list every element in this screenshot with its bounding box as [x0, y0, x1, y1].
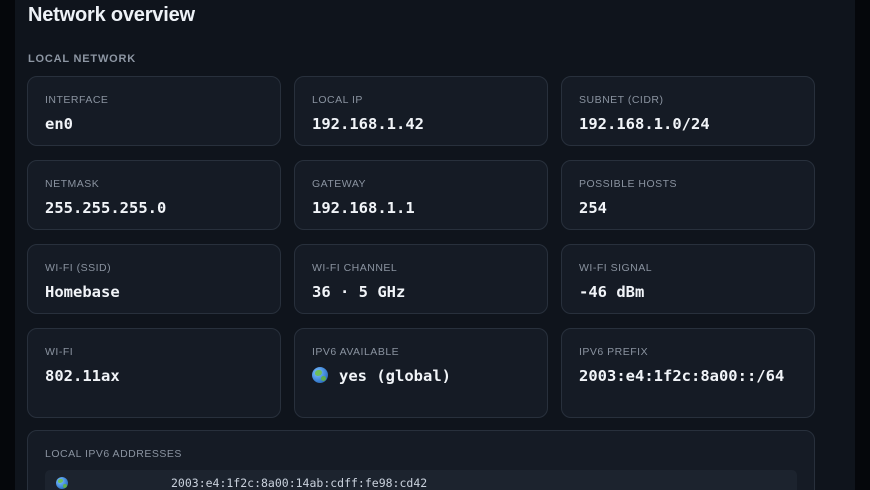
card-possible-hosts: POSSIBLE HOSTS 254: [561, 160, 815, 230]
card-value-with-icon: yes (global): [312, 366, 530, 386]
network-overview-panel: Network overview LOCAL NETWORK INTERFACE…: [15, 0, 855, 490]
globe-icon: [56, 477, 68, 489]
card-value: en0: [45, 115, 73, 133]
network-info-grid: INTERFACE en0 LOCAL IP 192.168.1.42 SUBN…: [27, 76, 815, 418]
card-wifi-signal: WI-FI SIGNAL -46 dBm: [561, 244, 815, 314]
card-label: IPV6 AVAILABLE: [312, 346, 400, 358]
card-ipv6-prefix: IPV6 PREFIX 2003:e4:1f2c:8a00::/64: [561, 328, 815, 418]
card-value: 2003:e4:1f2c:8a00::/64: [579, 367, 785, 385]
card-netmask: NETMASK 255.255.255.0: [27, 160, 281, 230]
ipv6-address: 2003:e4:1f2c:8a00:14ab:cdff:fe98:cd42: [171, 476, 428, 490]
card-label: NETMASK: [45, 178, 100, 190]
page-title: Network overview: [28, 4, 195, 26]
card-value: 802.11ax: [45, 367, 120, 385]
card-local-ip: LOCAL IP 192.168.1.42: [294, 76, 548, 146]
card-label: WI-FI (SSID): [45, 262, 112, 274]
card-value: -46 dBm: [579, 283, 645, 301]
card-value: 192.168.1.42: [312, 115, 424, 133]
card-label: POSSIBLE HOSTS: [579, 178, 678, 190]
card-value: Homebase: [45, 283, 120, 301]
card-label: WI-FI CHANNEL: [312, 262, 398, 274]
card-label: LOCAL IP: [312, 94, 363, 106]
card-value: yes (global): [339, 367, 451, 385]
card-gateway: GATEWAY 192.168.1.1: [294, 160, 548, 230]
card-label: WI-FI SIGNAL: [579, 262, 653, 274]
card-label: IPV6 PREFIX: [579, 346, 649, 358]
card-value: 255.255.255.0: [45, 199, 167, 217]
card-interface: INTERFACE en0: [27, 76, 281, 146]
card-label: INTERFACE: [45, 94, 109, 106]
card-value: 254: [579, 199, 607, 217]
card-subnet: SUBNET (CIDR) 192.168.1.0/24: [561, 76, 815, 146]
card-label: WI-FI: [45, 346, 74, 358]
card-ipv6-available: IPV6 AVAILABLE yes (global): [294, 328, 548, 418]
card-label: SUBNET (CIDR): [579, 94, 664, 106]
ipv6-address-row: 2003:e4:1f2c:8a00:14ab:cdff:fe98:cd42: [45, 470, 797, 490]
card-value: 192.168.1.1: [312, 199, 415, 217]
card-value: 192.168.1.0/24: [579, 115, 710, 133]
card-label: GATEWAY: [312, 178, 367, 190]
card-label: LOCAL IPV6 ADDRESSES: [45, 448, 182, 460]
card-wifi-standard: WI-FI 802.11ax: [27, 328, 281, 418]
card-value: 36 · 5 GHz: [312, 283, 406, 301]
card-local-ipv6-addresses: LOCAL IPV6 ADDRESSES 2003:e4:1f2c:8a00:1…: [27, 430, 815, 490]
card-wifi-ssid: WI-FI (SSID) Homebase: [27, 244, 281, 314]
card-wifi-channel: WI-FI CHANNEL 36 · 5 GHz: [294, 244, 548, 314]
section-label-local-network: LOCAL NETWORK: [28, 53, 136, 65]
globe-icon: [312, 367, 328, 383]
